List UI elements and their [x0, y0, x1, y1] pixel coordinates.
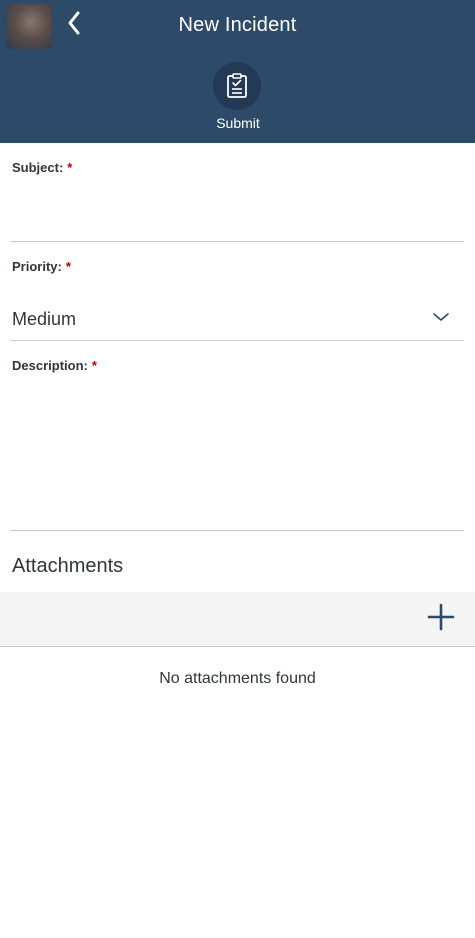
subject-input[interactable]: [11, 182, 464, 238]
attachments-toolbar: [0, 592, 475, 647]
subject-underline: [11, 241, 464, 242]
description-input[interactable]: [11, 380, 464, 526]
submit-button[interactable]: Submit: [202, 60, 274, 136]
required-marker: *: [65, 259, 71, 274]
subject-label: Subject: *: [12, 160, 72, 175]
priority-label-text: Priority:: [12, 259, 62, 274]
required-marker: *: [67, 160, 73, 175]
page-title: New Incident: [178, 14, 297, 36]
description-label: Description: *: [12, 358, 97, 373]
app-header: New Incident Submit: [0, 0, 475, 143]
add-attachment-button[interactable]: [424, 600, 458, 634]
required-marker: *: [91, 358, 97, 373]
submit-label: Submit: [216, 115, 260, 131]
plus-icon: [427, 603, 455, 631]
priority-underline: [11, 340, 464, 341]
chevron-down-icon[interactable]: [431, 310, 451, 324]
submit-icon-circle: [213, 62, 261, 110]
priority-selected-value: Medium: [12, 309, 77, 329]
priority-label: Priority: *: [12, 259, 71, 274]
priority-select[interactable]: [11, 296, 464, 340]
clipboard-check-icon: [227, 73, 247, 98]
description-underline: [11, 530, 464, 531]
no-attachments-message: No attachments found: [159, 670, 316, 687]
toolbar-divider: [0, 646, 475, 647]
attachments-title: Attachments: [12, 555, 124, 577]
description-label-text: Description:: [12, 358, 88, 373]
subject-label-text: Subject:: [12, 160, 64, 175]
